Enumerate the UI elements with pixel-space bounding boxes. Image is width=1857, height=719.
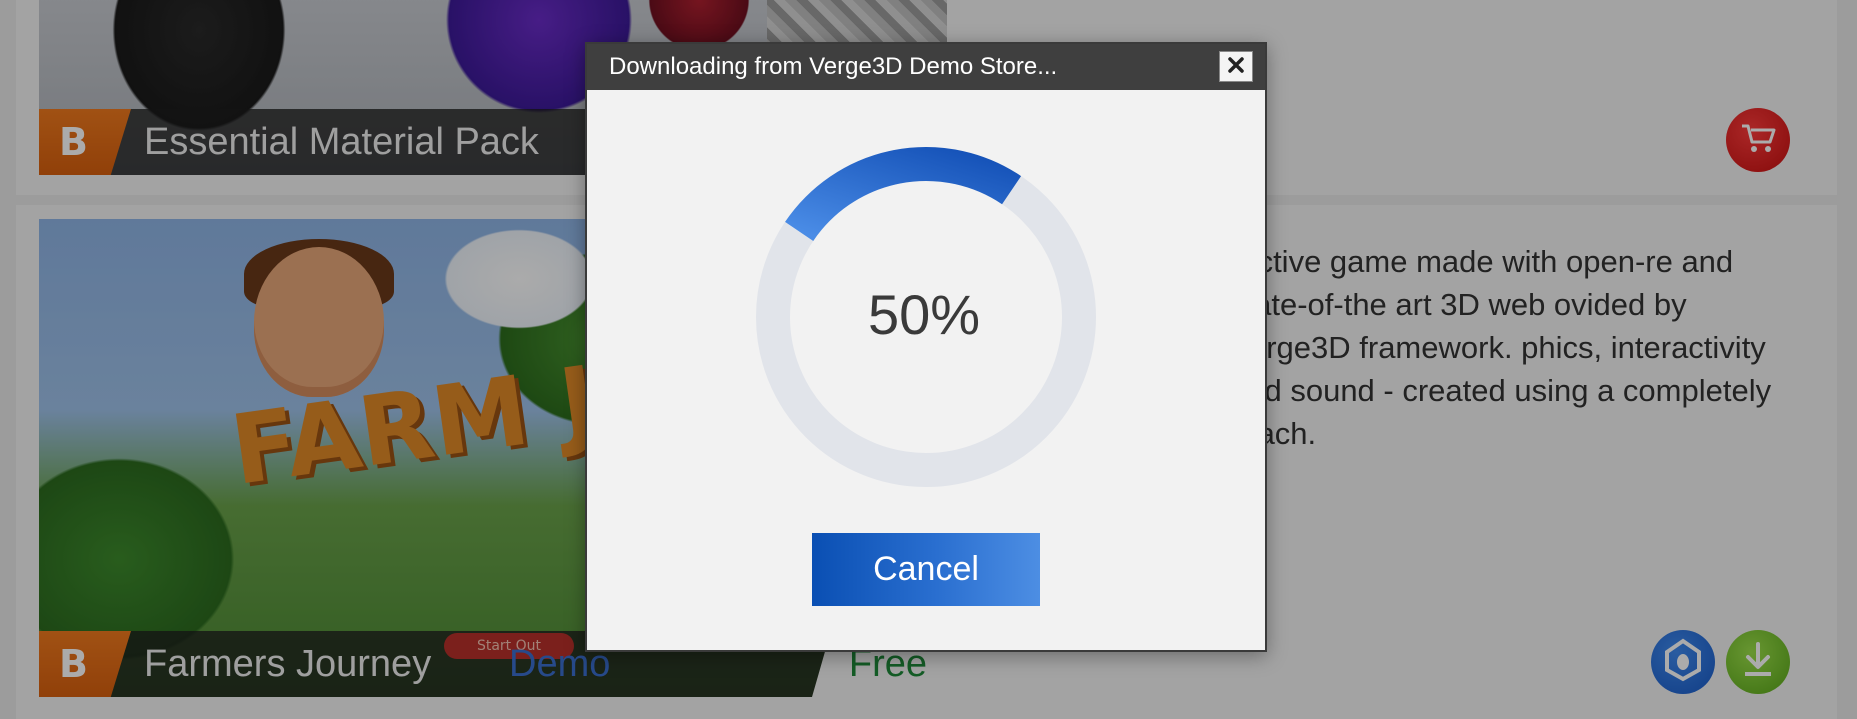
- cancel-button[interactable]: Cancel: [812, 533, 1040, 606]
- close-icon: [1227, 56, 1245, 78]
- dialog-header: Downloading from Verge3D Demo Store...: [587, 44, 1265, 90]
- close-button[interactable]: [1219, 51, 1253, 82]
- dialog-title: Downloading from Verge3D Demo Store...: [609, 53, 1058, 80]
- progress-percent-label: 50%: [867, 282, 981, 346]
- progress-ring: 50%: [753, 144, 1099, 490]
- download-dialog: Downloading from Verge3D Demo Store... 5…: [585, 42, 1267, 652]
